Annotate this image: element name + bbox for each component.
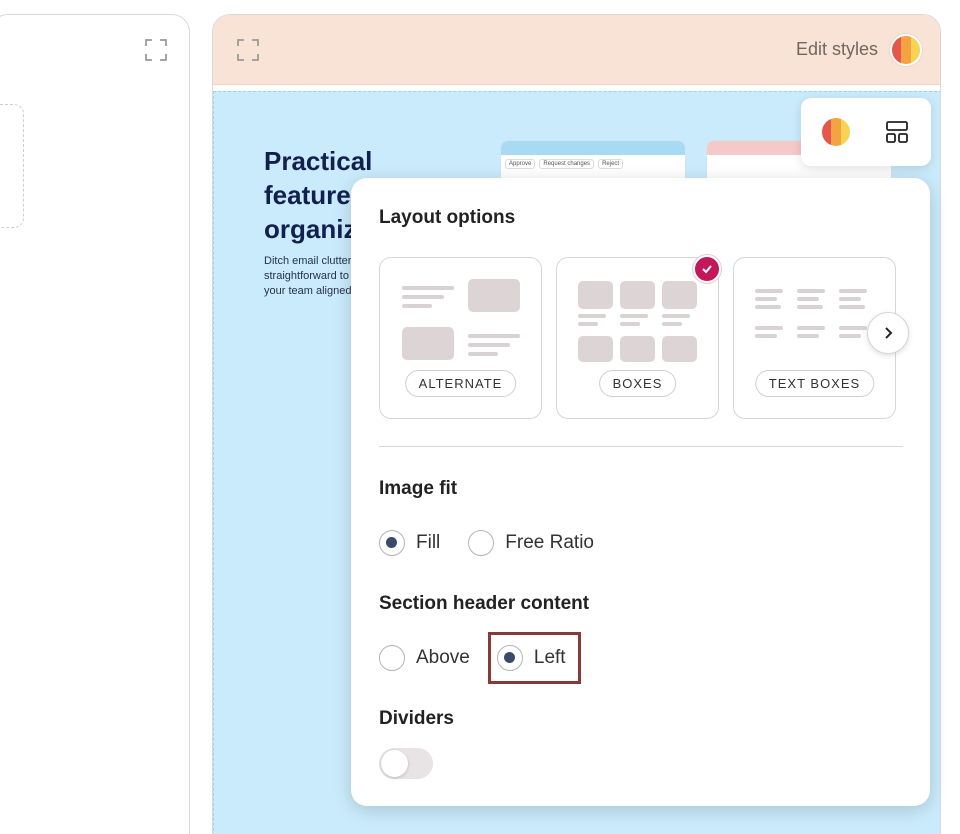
- palette-swatch: [831, 118, 841, 146]
- palette-swatch: [910, 36, 920, 64]
- placeholder-line: [839, 297, 861, 301]
- placeholder-line: [797, 305, 823, 309]
- preview-chips: Approve Request changes Reject: [501, 155, 685, 173]
- placeholder-line: [755, 289, 783, 293]
- placeholder-line: [402, 304, 432, 308]
- placeholder-image: [578, 281, 613, 309]
- image-fit-free-ratio-option[interactable]: Free Ratio: [468, 530, 594, 556]
- placeholder-line: [578, 314, 606, 318]
- placeholder-line: [468, 334, 520, 338]
- layout-option-boxes[interactable]: BOXES: [556, 257, 719, 419]
- placeholder-line: [468, 343, 510, 347]
- placeholder-line: [755, 297, 777, 301]
- palette-swatch: [822, 118, 832, 146]
- placeholder-image: [620, 281, 655, 309]
- chip-approve: Approve: [505, 159, 536, 169]
- palette-icon[interactable]: [822, 118, 850, 146]
- placeholder-line: [578, 322, 598, 326]
- layout-label: ALTERNATE: [404, 370, 517, 397]
- heading-line: Practical: [264, 146, 373, 176]
- placeholder-line: [662, 314, 690, 318]
- placeholder-line: [839, 334, 861, 338]
- placeholder-line: [797, 297, 819, 301]
- placeholder-line: [839, 289, 867, 293]
- placeholder-line: [620, 314, 648, 318]
- placeholder-line: [662, 322, 682, 326]
- image-fit-options: Fill Free Ratio: [379, 530, 594, 556]
- expand-icon[interactable]: [145, 39, 167, 61]
- placeholder-line: [839, 305, 865, 309]
- placeholder-image: [468, 279, 520, 312]
- radio-label: Fill: [416, 532, 441, 553]
- expand-icon[interactable]: [237, 39, 259, 61]
- placeholder-line: [402, 286, 454, 290]
- radio-above[interactable]: [379, 645, 405, 671]
- palette-swatch: [901, 36, 911, 64]
- palette-swatch: [840, 118, 850, 146]
- dividers-title: Dividers: [379, 708, 454, 729]
- selected-check-icon: [693, 255, 721, 283]
- image-fit-fill-option[interactable]: Fill: [379, 530, 440, 556]
- chip-reject: Reject: [598, 159, 624, 169]
- placeholder-image: [402, 327, 454, 360]
- section-header-options: Above Left: [379, 632, 581, 684]
- left-panel: [0, 14, 190, 834]
- placeholder-line: [797, 326, 825, 330]
- section-toolbar: [801, 98, 931, 166]
- next-layouts-button[interactable]: [867, 312, 909, 354]
- layout-options-title: Layout options: [379, 207, 516, 228]
- section-header-title: Section header content: [379, 593, 590, 614]
- section-header-left-option[interactable]: Left: [487, 632, 581, 684]
- placeholder-image: [662, 281, 697, 309]
- placeholder-line: [755, 326, 783, 330]
- layout-label: TEXT BOXES: [754, 370, 875, 397]
- radio-left[interactable]: [496, 645, 523, 671]
- radio-label: Left: [533, 647, 566, 668]
- palette-icon[interactable]: [890, 34, 922, 66]
- palette-swatch: [892, 36, 902, 64]
- placeholder-line: [755, 305, 781, 309]
- placeholder-line: [402, 295, 444, 299]
- placeholder-image: [662, 336, 697, 362]
- layout-label: BOXES: [598, 370, 677, 397]
- layout-options-popup: Layout options ALTERNATE BOXES TEXT BOXE…: [351, 178, 930, 806]
- placeholder-line: [620, 322, 640, 326]
- edit-styles-button[interactable]: Edit styles: [796, 39, 878, 60]
- layout-icon[interactable]: [885, 120, 909, 144]
- placeholder-image: [620, 336, 655, 362]
- chevron-right-icon: [885, 327, 893, 339]
- placeholder-line: [468, 352, 498, 356]
- radio-label: Above: [416, 647, 470, 668]
- placeholder-line: [797, 334, 819, 338]
- placeholder-image: [578, 336, 613, 362]
- divider: [379, 446, 903, 447]
- panel-header: Edit styles: [213, 15, 940, 85]
- placeholder-line: [755, 334, 777, 338]
- placeholder-line: [797, 289, 825, 293]
- radio-fill[interactable]: [379, 530, 405, 556]
- radio-free-ratio[interactable]: [468, 530, 495, 556]
- chip-request-changes: Request changes: [539, 159, 595, 169]
- drop-placeholder: [0, 104, 24, 228]
- placeholder-line: [839, 326, 867, 330]
- layout-option-alternate[interactable]: ALTERNATE: [379, 257, 542, 419]
- image-fit-title: Image fit: [379, 478, 458, 499]
- dividers-toggle[interactable]: [379, 748, 433, 779]
- preview-bar: [501, 141, 685, 155]
- radio-label: Free Ratio: [505, 532, 594, 553]
- section-header-above-option[interactable]: Above: [379, 645, 470, 671]
